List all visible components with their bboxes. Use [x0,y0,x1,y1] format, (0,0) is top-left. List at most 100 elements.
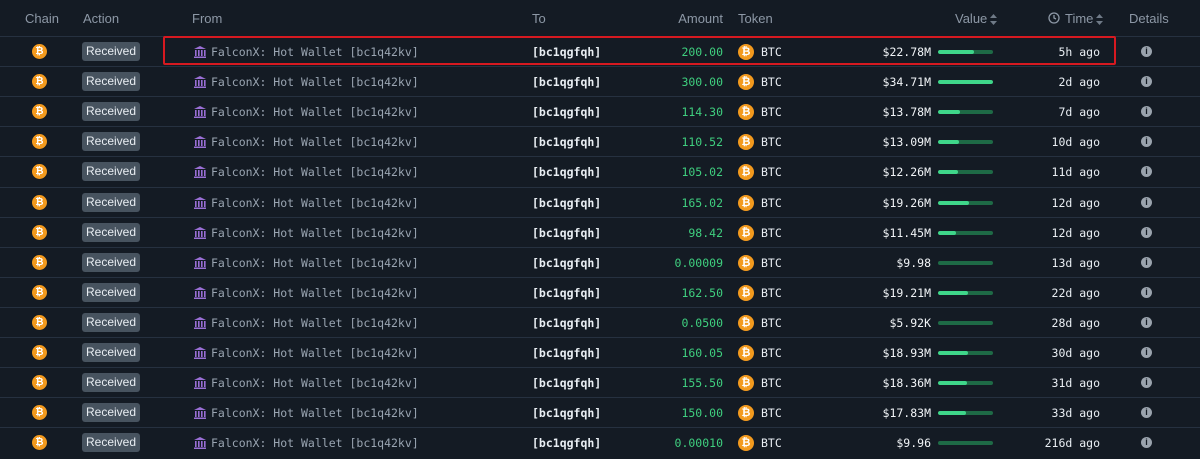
token-symbol[interactable]: BTC [761,316,782,330]
value-bar [938,320,993,325]
token-symbol[interactable]: BTC [761,376,782,390]
bitcoin-chain-icon: ₿ [32,375,47,391]
table-row[interactable]: ₿ Received FalconX: Hot Wallet [bc1q42kv] [… [0,66,1200,97]
amount-value: 160.05 [681,346,723,360]
info-icon[interactable]: i [1141,76,1152,88]
time-ago: 13d ago [1051,255,1100,270]
value-bar-fill [938,50,974,54]
from-address-link[interactable]: FalconX: Hot Wallet [bc1q42kv] [211,406,419,420]
table-row[interactable]: ₿ Received FalconX: Hot Wallet [bc1q42kv] [… [0,306,1200,338]
from-address-link[interactable]: FalconX: Hot Wallet [bc1q42kv] [211,165,419,179]
table-row[interactable]: ₿ Received FalconX: Hot Wallet [bc1q42kv] [… [0,216,1200,248]
token-symbol[interactable]: BTC [761,135,782,149]
to-address-link[interactable]: [bc1qgfqh] [532,436,601,450]
info-icon[interactable]: i [1141,256,1152,268]
bank-icon [193,346,207,360]
to-address-link[interactable]: [bc1qgfqh] [532,165,601,179]
action-badge: Received [82,252,140,272]
token-symbol[interactable]: BTC [761,105,782,119]
token-symbol[interactable]: BTC [761,406,782,420]
from-address-link[interactable]: FalconX: Hot Wallet [bc1q42kv] [211,226,419,240]
from-address-link[interactable]: FalconX: Hot Wallet [bc1q42kv] [211,105,419,119]
to-address-link[interactable]: [bc1qgfqh] [532,135,601,149]
table-row[interactable]: ₿ Received FalconX: Hot Wallet [bc1q42kv] [… [0,156,1200,187]
info-icon[interactable]: i [1141,136,1152,148]
to-address-link[interactable]: [bc1qgfqh] [532,286,601,300]
to-address-link[interactable]: [bc1qgfqh] [532,346,601,360]
token-symbol[interactable]: BTC [761,256,782,270]
bitcoin-token-icon: ₿ [738,134,754,151]
header-from: From [192,11,223,26]
info-icon[interactable]: i [1141,347,1152,358]
from-address-link[interactable]: FalconX: Hot Wallet [bc1q42kv] [211,316,419,330]
to-address-link[interactable]: [bc1qgfqh] [532,196,601,210]
to-address-link[interactable]: [bc1qgfqh] [532,256,601,270]
token-symbol[interactable]: BTC [761,75,782,89]
header-time-sort[interactable]: Time [1048,11,1104,27]
bank-icon [193,256,207,270]
to-address-link[interactable]: [bc1qgfqh] [532,105,601,119]
info-icon[interactable]: i [1141,106,1152,118]
from-address-link[interactable]: FalconX: Hot Wallet [bc1q42kv] [211,256,419,270]
info-icon[interactable]: i [1141,377,1152,389]
value-bar-fill [938,230,956,235]
from-address-link[interactable]: FalconX: Hot Wallet [bc1q42kv] [211,75,419,89]
value-bar-fill [938,351,968,355]
info-icon[interactable]: i [1141,166,1152,178]
time-ago: 22d ago [1051,285,1100,300]
to-address-link[interactable]: [bc1qgfqh] [532,226,601,240]
value-bar [938,170,993,175]
token-symbol[interactable]: BTC [761,346,782,360]
from-address-link[interactable]: FalconX: Hot Wallet [bc1q42kv] [211,286,419,300]
token-symbol[interactable]: BTC [761,226,782,240]
bank-icon [193,75,207,89]
table-row[interactable]: ₿ Received FalconX: Hot Wallet [bc1q42kv] [… [0,397,1200,428]
bitcoin-chain-icon: ₿ [32,435,47,451]
table-row[interactable]: ₿ Received FalconX: Hot Wallet [bc1q42kv] [… [0,337,1200,368]
from-address-link[interactable]: FalconX: Hot Wallet [bc1q42kv] [211,436,419,450]
action-badge: Received [82,343,140,362]
from-address-link[interactable]: FalconX: Hot Wallet [bc1q42kv] [211,135,419,149]
action-badge: Received [82,433,140,453]
table-row[interactable]: ₿ Received FalconX: Hot Wallet [bc1q42kv] [… [0,96,1200,127]
table-row[interactable]: ₿ Received FalconX: Hot Wallet [bc1q42kv] [… [0,186,1200,218]
value-bar-fill [938,200,969,205]
to-address-link[interactable]: [bc1qgfqh] [532,376,601,390]
to-address-link[interactable]: [bc1qgfqh] [532,45,601,59]
header-value-sort[interactable]: Value [955,11,998,26]
from-address-link[interactable]: FalconX: Hot Wallet [bc1q42kv] [211,45,419,59]
header-action: Action [83,11,120,26]
action-badge: Received [82,42,140,61]
info-icon[interactable]: i [1141,316,1152,328]
bitcoin-token-icon: ₿ [738,405,754,422]
table-row[interactable]: ₿ Received FalconX: Hot Wallet [bc1q42kv] [… [0,367,1200,398]
bitcoin-chain-icon: ₿ [32,104,47,120]
info-icon[interactable]: i [1141,226,1152,238]
time-ago: 12d ago [1051,225,1100,240]
token-symbol[interactable]: BTC [761,165,782,179]
info-icon[interactable]: i [1141,46,1152,57]
table-row[interactable]: ₿ Received FalconX: Hot Wallet [bc1q42kv] [… [0,36,1200,67]
token-symbol[interactable]: BTC [761,45,782,59]
to-address-link[interactable]: [bc1qgfqh] [532,75,601,89]
usd-value: $18.93M [882,346,931,360]
header-chain: Chain [25,11,59,26]
table-row[interactable]: ₿ Received FalconX: Hot Wallet [bc1q42kv] [… [0,126,1200,157]
table-row[interactable]: ₿ Received FalconX: Hot Wallet [bc1q42kv] [… [0,246,1200,278]
to-address-link[interactable]: [bc1qgfqh] [532,316,601,330]
info-icon[interactable]: i [1141,437,1152,449]
from-address-link[interactable]: FalconX: Hot Wallet [bc1q42kv] [211,346,419,360]
table-row[interactable]: ₿ Received FalconX: Hot Wallet [bc1q42kv] [… [0,276,1200,308]
bitcoin-token-icon: ₿ [738,345,754,361]
token-symbol[interactable]: BTC [761,196,782,210]
info-icon[interactable]: i [1141,286,1152,298]
table-row[interactable]: ₿ Received FalconX: Hot Wallet [bc1q42kv] [… [0,427,1200,458]
from-address-link[interactable]: FalconX: Hot Wallet [bc1q42kv] [211,196,419,210]
to-address-link[interactable]: [bc1qgfqh] [532,406,601,420]
amount-value: 200.00 [681,45,723,59]
token-symbol[interactable]: BTC [761,436,782,450]
info-icon[interactable]: i [1141,407,1152,419]
info-icon[interactable]: i [1141,196,1152,208]
from-address-link[interactable]: FalconX: Hot Wallet [bc1q42kv] [211,376,419,390]
token-symbol[interactable]: BTC [761,286,782,300]
